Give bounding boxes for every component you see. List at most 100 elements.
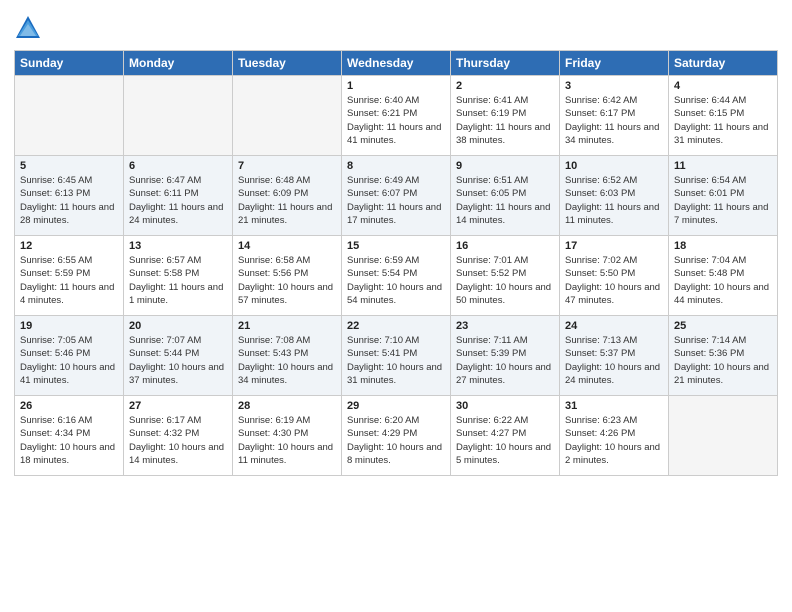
calendar-cell: 14Sunrise: 6:58 AM Sunset: 5:56 PM Dayli…: [233, 236, 342, 316]
calendar-cell: 6Sunrise: 6:47 AM Sunset: 6:11 PM Daylig…: [124, 156, 233, 236]
day-number: 29: [347, 400, 445, 412]
day-info: Sunrise: 7:14 AM Sunset: 5:36 PM Dayligh…: [674, 334, 772, 387]
day-info: Sunrise: 7:13 AM Sunset: 5:37 PM Dayligh…: [565, 334, 663, 387]
calendar-cell: 20 Sunrise: 7:07 AM Sunset: 5:44 PM Dayli…: [124, 316, 233, 396]
calendar-cell: 25Sunrise: 7:14 AM Sunset: 5:36 PM Dayli…: [669, 316, 778, 396]
day-number: 24: [565, 320, 663, 332]
calendar-cell: 24 Sunrise: 7:13 AM Sunset: 5:37 PM Dayli…: [560, 316, 669, 396]
day-number: 13: [129, 240, 227, 252]
day-number: 19: [20, 320, 118, 332]
day-number: 22: [347, 320, 445, 332]
week-row-4: 26 Sunrise: 6:16 AM Sunset: 4:34 PM Dayli…: [15, 396, 778, 476]
day-info: Sunrise: 7:05 AM Sunset: 5:46 PM Dayligh…: [20, 334, 118, 387]
calendar-cell: 23 Sunrise: 7:11 AM Sunset: 5:39 PM Dayli…: [451, 316, 560, 396]
day-number: 3: [565, 80, 663, 92]
day-info: Sunrise: 6:54 AM Sunset: 6:01 PM Dayligh…: [674, 174, 772, 227]
calendar-cell: 2 Sunrise: 6:41 AM Sunset: 6:19 PM Daylig…: [451, 76, 560, 156]
calendar-cell: 18Sunrise: 7:04 AM Sunset: 5:48 PM Dayli…: [669, 236, 778, 316]
calendar-cell: [669, 396, 778, 476]
calendar-cell: 11 Sunrise: 6:54 AM Sunset: 6:01 PM Dayli…: [669, 156, 778, 236]
day-info: Sunrise: 6:45 AM Sunset: 6:13 PM Dayligh…: [20, 174, 118, 227]
day-number: 12: [20, 240, 118, 252]
calendar-cell: 29 Sunrise: 6:20 AM Sunset: 4:29 PM Dayli…: [342, 396, 451, 476]
day-info: Sunrise: 6:20 AM Sunset: 4:29 PM Dayligh…: [347, 414, 445, 467]
day-info: Sunrise: 7:11 AM Sunset: 5:39 PM Dayligh…: [456, 334, 554, 387]
day-number: 27: [129, 400, 227, 412]
day-info: Sunrise: 6:19 AM Sunset: 4:30 PM Dayligh…: [238, 414, 336, 467]
day-info: Sunrise: 6:40 AM Sunset: 6:21 PM Dayligh…: [347, 94, 445, 147]
day-info: Sunrise: 7:08 AM Sunset: 5:43 PM Dayligh…: [238, 334, 336, 387]
day-number: 28: [238, 400, 336, 412]
calendar-cell: 22 Sunrise: 7:10 AM Sunset: 5:41 PM Dayli…: [342, 316, 451, 396]
calendar-cell: 7 Sunrise: 6:48 AM Sunset: 6:09 PM Daylig…: [233, 156, 342, 236]
calendar-cell: 12 Sunrise: 6:55 AM Sunset: 5:59 PM Dayli…: [15, 236, 124, 316]
day-info: Sunrise: 6:22 AM Sunset: 4:27 PM Dayligh…: [456, 414, 554, 467]
calendar-cell: 4Sunrise: 6:44 AM Sunset: 6:15 PM Daylig…: [669, 76, 778, 156]
day-number: 26: [20, 400, 118, 412]
day-info: Sunrise: 6:16 AM Sunset: 4:34 PM Dayligh…: [20, 414, 118, 467]
day-info: Sunrise: 7:07 AM Sunset: 5:44 PM Dayligh…: [129, 334, 227, 387]
calendar-cell: 3Sunrise: 6:42 AM Sunset: 6:17 PM Daylig…: [560, 76, 669, 156]
day-number: 6: [129, 160, 227, 172]
calendar-cell: 21Sunrise: 7:08 AM Sunset: 5:43 PM Dayli…: [233, 316, 342, 396]
logo-icon: [14, 14, 42, 42]
day-number: 1: [347, 80, 445, 92]
day-info: Sunrise: 6:44 AM Sunset: 6:15 PM Dayligh…: [674, 94, 772, 147]
day-number: 31: [565, 400, 663, 412]
day-info: Sunrise: 6:57 AM Sunset: 5:58 PM Dayligh…: [129, 254, 227, 307]
day-info: Sunrise: 6:51 AM Sunset: 6:05 PM Dayligh…: [456, 174, 554, 227]
calendar-cell: 1 Sunrise: 6:40 AM Sunset: 6:21 PM Daylig…: [342, 76, 451, 156]
calendar-cell: 5 Sunrise: 6:45 AM Sunset: 6:13 PM Daylig…: [15, 156, 124, 236]
header-day-friday: Friday: [560, 51, 669, 76]
calendar-cell: [233, 76, 342, 156]
calendar-cell: [124, 76, 233, 156]
header-day-wednesday: Wednesday: [342, 51, 451, 76]
header-day-sunday: Sunday: [15, 51, 124, 76]
calendar-cell: 30 Sunrise: 6:22 AM Sunset: 4:27 PM Dayli…: [451, 396, 560, 476]
logo: [14, 14, 46, 42]
day-info: Sunrise: 7:02 AM Sunset: 5:50 PM Dayligh…: [565, 254, 663, 307]
day-number: 18: [674, 240, 772, 252]
calendar-cell: 8 Sunrise: 6:49 AM Sunset: 6:07 PM Daylig…: [342, 156, 451, 236]
day-info: Sunrise: 6:41 AM Sunset: 6:19 PM Dayligh…: [456, 94, 554, 147]
day-info: Sunrise: 6:17 AM Sunset: 4:32 PM Dayligh…: [129, 414, 227, 467]
day-info: Sunrise: 6:55 AM Sunset: 5:59 PM Dayligh…: [20, 254, 118, 307]
day-info: Sunrise: 7:01 AM Sunset: 5:52 PM Dayligh…: [456, 254, 554, 307]
calendar-cell: 15 Sunrise: 6:59 AM Sunset: 5:54 PM Dayli…: [342, 236, 451, 316]
day-info: Sunrise: 6:59 AM Sunset: 5:54 PM Dayligh…: [347, 254, 445, 307]
calendar-cell: 10Sunrise: 6:52 AM Sunset: 6:03 PM Dayli…: [560, 156, 669, 236]
day-info: Sunrise: 6:49 AM Sunset: 6:07 PM Dayligh…: [347, 174, 445, 227]
day-number: 15: [347, 240, 445, 252]
calendar-cell: 13 Sunrise: 6:57 AM Sunset: 5:58 PM Dayli…: [124, 236, 233, 316]
calendar-cell: 27 Sunrise: 6:17 AM Sunset: 4:32 PM Dayli…: [124, 396, 233, 476]
day-number: 20: [129, 320, 227, 332]
calendar-cell: [15, 76, 124, 156]
header-day-monday: Monday: [124, 51, 233, 76]
page: SundayMondayTuesdayWednesdayThursdayFrid…: [0, 0, 792, 612]
week-row-1: 5 Sunrise: 6:45 AM Sunset: 6:13 PM Daylig…: [15, 156, 778, 236]
calendar-cell: 28 Sunrise: 6:19 AM Sunset: 4:30 PM Dayli…: [233, 396, 342, 476]
calendar-cell: 16 Sunrise: 7:01 AM Sunset: 5:52 PM Dayli…: [451, 236, 560, 316]
day-info: Sunrise: 7:10 AM Sunset: 5:41 PM Dayligh…: [347, 334, 445, 387]
week-row-3: 19 Sunrise: 7:05 AM Sunset: 5:46 PM Dayli…: [15, 316, 778, 396]
day-number: 9: [456, 160, 554, 172]
calendar-cell: 26 Sunrise: 6:16 AM Sunset: 4:34 PM Dayli…: [15, 396, 124, 476]
day-info: Sunrise: 6:58 AM Sunset: 5:56 PM Dayligh…: [238, 254, 336, 307]
day-info: Sunrise: 6:48 AM Sunset: 6:09 PM Dayligh…: [238, 174, 336, 227]
week-row-0: 1 Sunrise: 6:40 AM Sunset: 6:21 PM Daylig…: [15, 76, 778, 156]
calendar-table: SundayMondayTuesdayWednesdayThursdayFrid…: [14, 50, 778, 476]
day-number: 11: [674, 160, 772, 172]
day-number: 16: [456, 240, 554, 252]
day-number: 8: [347, 160, 445, 172]
header-day-saturday: Saturday: [669, 51, 778, 76]
header: [14, 10, 778, 42]
header-day-tuesday: Tuesday: [233, 51, 342, 76]
calendar-cell: 17Sunrise: 7:02 AM Sunset: 5:50 PM Dayli…: [560, 236, 669, 316]
day-number: 7: [238, 160, 336, 172]
day-number: 30: [456, 400, 554, 412]
day-number: 5: [20, 160, 118, 172]
day-number: 23: [456, 320, 554, 332]
day-info: Sunrise: 6:23 AM Sunset: 4:26 PM Dayligh…: [565, 414, 663, 467]
day-info: Sunrise: 6:52 AM Sunset: 6:03 PM Dayligh…: [565, 174, 663, 227]
day-number: 2: [456, 80, 554, 92]
